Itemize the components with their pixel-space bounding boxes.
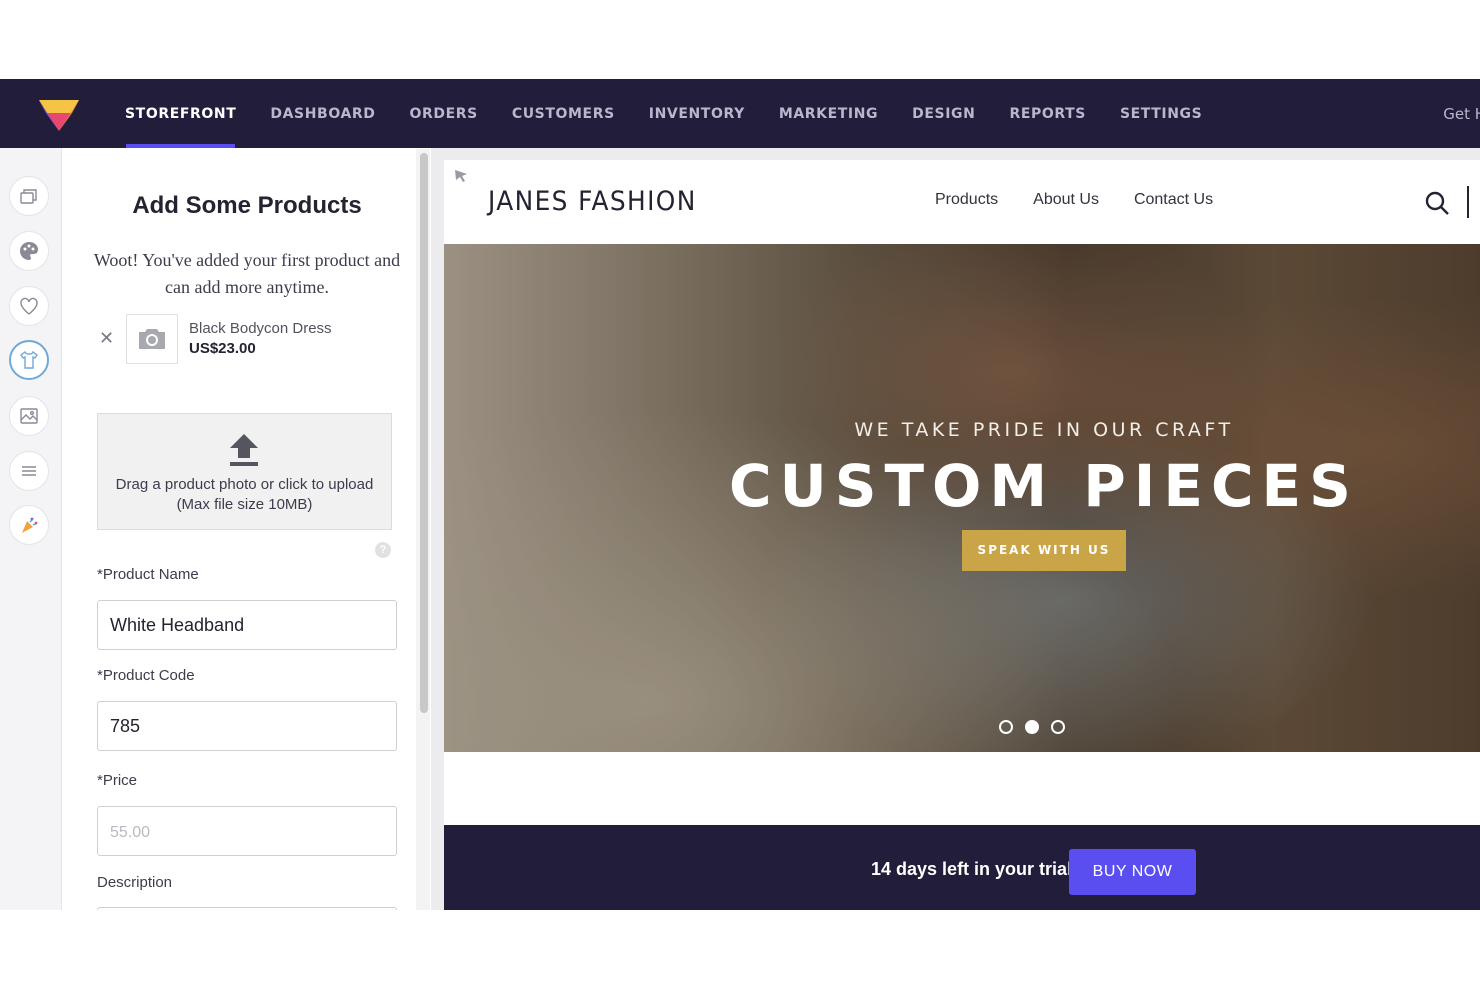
favorites-button[interactable]	[9, 286, 49, 326]
hero-banner: WE TAKE PRIDE IN OUR CRAFT CUSTOM PIECES…	[444, 244, 1480, 752]
party-icon	[22, 517, 38, 533]
menu-icon	[22, 466, 36, 476]
image-icon	[20, 408, 38, 424]
nav-inventory[interactable]: INVENTORY	[632, 79, 762, 148]
product-name-input[interactable]	[97, 600, 397, 650]
get-help-link[interactable]: Get H	[1443, 79, 1480, 148]
nav-reports[interactable]: REPORTS	[992, 79, 1103, 148]
menu-button[interactable]	[9, 451, 49, 491]
help-icon[interactable]: ?	[375, 542, 391, 558]
palette-icon	[20, 242, 38, 260]
upload-icon	[230, 434, 258, 466]
camera-icon	[139, 329, 165, 349]
nav-settings[interactable]: SETTINGS	[1103, 79, 1219, 148]
remove-product-button[interactable]: ✕	[99, 328, 114, 349]
add-products-panel: Add Some Products Woot! You've added you…	[63, 148, 431, 910]
nav-marketing[interactable]: MARKETING	[762, 79, 895, 148]
tool-rail	[0, 148, 62, 910]
nav-storefront[interactable]: STOREFRONT	[108, 79, 253, 148]
description-label: Description	[97, 874, 173, 891]
trial-text: 14 days left in your trial	[871, 859, 1073, 879]
hero-subtitle: WE TAKE PRIDE IN OUR CRAFT	[854, 419, 1234, 441]
cursor-icon	[455, 170, 467, 182]
slide-dot-3[interactable]	[1051, 720, 1065, 734]
app-frame: STOREFRONT DASHBOARD ORDERS CUSTOMERS IN…	[0, 79, 1480, 910]
slide-indicators	[999, 720, 1065, 734]
upload-instructions: Drag a product photo or click to upload …	[115, 476, 374, 513]
speak-with-us-button[interactable]: SPEAK WITH US	[962, 530, 1126, 571]
panel-title: Add Some Products	[132, 192, 362, 219]
nav-divider	[1467, 186, 1469, 218]
panel-scrollbar-thumb[interactable]	[420, 153, 428, 713]
site-nav-contact[interactable]: Contact Us	[1134, 191, 1213, 209]
nav-customers[interactable]: CUSTOMERS	[495, 79, 632, 148]
buy-now-button[interactable]: BUY NOW	[1069, 849, 1196, 895]
pages-button[interactable]	[9, 176, 49, 216]
store-preview: JANES FASHION Products About Us Contact …	[444, 160, 1480, 910]
product-name-label: *Product Name	[97, 566, 199, 583]
site-nav-about[interactable]: About Us	[1033, 191, 1099, 209]
photo-upload-dropzone[interactable]: Drag a product photo or click to upload …	[97, 413, 392, 530]
top-navigation: STOREFRONT DASHBOARD ORDERS CUSTOMERS IN…	[0, 79, 1480, 148]
theme-button[interactable]	[9, 231, 49, 271]
search-icon[interactable]	[1424, 190, 1450, 216]
nav-design[interactable]: DESIGN	[895, 79, 992, 148]
hero-title: CUSTOM PIECES	[729, 452, 1359, 520]
product-price: US$23.00	[189, 340, 256, 357]
site-nav: Products About Us Contact Us	[935, 191, 1213, 209]
product-thumbnail	[126, 314, 178, 364]
product-code-label: *Product Code	[97, 667, 195, 684]
images-button[interactable]	[9, 396, 49, 436]
price-label: *Price	[97, 772, 138, 789]
nav-orders[interactable]: ORDERS	[392, 79, 494, 148]
description-input[interactable]	[97, 907, 397, 910]
panel-message: Woot! You've added your first product an…	[93, 250, 401, 297]
main-nav: STOREFRONT DASHBOARD ORDERS CUSTOMERS IN…	[108, 79, 1219, 148]
product-name: Black Bodycon Dress	[189, 320, 332, 337]
nav-dashboard[interactable]: DASHBOARD	[253, 79, 392, 148]
trial-bar: 14 days left in your trial BUY NOW	[444, 825, 1480, 910]
products-button[interactable]	[9, 340, 49, 380]
site-logo[interactable]: JANES FASHION	[488, 186, 697, 217]
price-input[interactable]	[97, 806, 397, 856]
site-nav-products[interactable]: Products	[935, 191, 998, 209]
slide-dot-2[interactable]	[1025, 720, 1039, 734]
heart-icon	[20, 297, 38, 315]
layers-icon	[20, 189, 37, 204]
product-code-input[interactable]	[97, 701, 397, 751]
launch-button[interactable]	[9, 505, 49, 545]
slide-dot-1[interactable]	[999, 720, 1013, 734]
shirt-icon	[20, 350, 38, 369]
brand-logo-icon[interactable]	[36, 91, 82, 137]
